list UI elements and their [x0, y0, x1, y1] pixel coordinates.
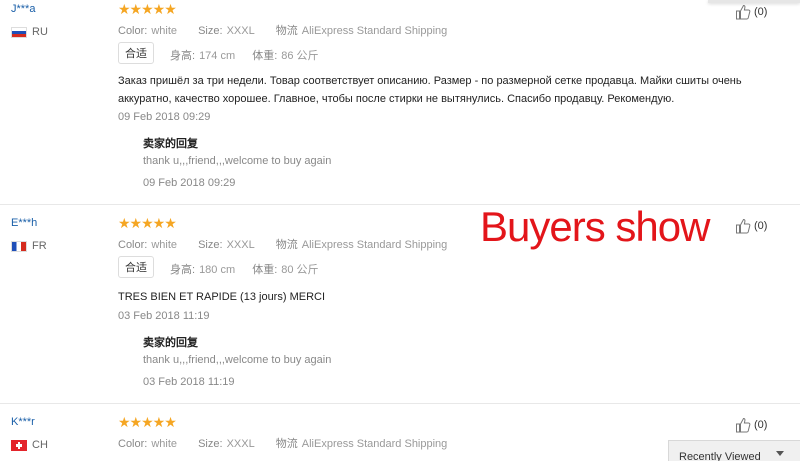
logistics-value: AliExpress Standard Shipping	[301, 438, 448, 450]
country-code: CH	[32, 439, 48, 451]
caret-down-icon	[776, 451, 784, 456]
color-label: Color:	[118, 438, 148, 450]
weight-label: 体重:	[252, 264, 278, 276]
order-info: Color: white Size: XXXL 物流 AliExpress Stand…	[118, 435, 465, 451]
reviewer-name[interactable]: J***a	[11, 3, 35, 15]
reviewer-country: RU	[11, 26, 48, 38]
size-label: Size:	[198, 239, 223, 251]
flag-fr-icon	[11, 240, 27, 252]
logistics-label: 物流	[275, 25, 298, 37]
star-rating: ★★★★★	[118, 1, 177, 17]
reviewer-country: CH	[11, 439, 48, 451]
review-divider	[0, 403, 800, 404]
weight-value: 80 公斤	[281, 264, 319, 276]
top-right-panel-edge	[708, 0, 800, 3]
size-value: XXXL	[226, 438, 255, 450]
helpful-button[interactable]: (0)	[735, 218, 767, 234]
size-value: XXXL	[226, 239, 255, 251]
order-info: Color: white Size: XXXL 物流 AliExpress Stand…	[118, 236, 465, 252]
country-code: RU	[32, 26, 48, 38]
reviewer-name[interactable]: E***h	[11, 217, 37, 229]
logistics-value: AliExpress Standard Shipping	[301, 25, 448, 37]
buyers-show-banner: Buyers show	[480, 203, 710, 250]
review-text: TRES BIEN ET RAPIDE (13 jours) MERCI	[118, 291, 326, 303]
fit-tag: 合适	[118, 256, 154, 278]
color-value: white	[151, 438, 178, 450]
helpful-button[interactable]: (0)	[735, 417, 767, 433]
helpful-count: (0)	[754, 220, 768, 232]
review-date: 09 Feb 2018 09:29	[118, 111, 211, 123]
seller-reply-text: thank u,,,friend,,,welcome to buy again	[143, 354, 332, 366]
seller-reply-text: thank u,,,friend,,,welcome to buy again	[143, 155, 332, 167]
thumbs-up-icon	[736, 417, 751, 433]
helpful-button[interactable]: (0)	[735, 4, 767, 20]
size-label: Size:	[198, 25, 223, 37]
helpful-count: (0)	[754, 419, 768, 431]
size-value: XXXL	[226, 25, 255, 37]
color-label: Color:	[118, 25, 148, 37]
body-measurements: 身高: 174 cm 体重: 86 公斤	[170, 47, 333, 63]
color-value: white	[151, 25, 178, 37]
seller-reply-title: 卖家的回复	[143, 337, 198, 349]
reviewer-name[interactable]: K***r	[11, 416, 35, 428]
fit-tag: 合适	[118, 42, 154, 64]
order-info: Color: white Size: XXXL 物流 AliExpress Stand…	[118, 22, 465, 38]
height-label: 身高:	[170, 50, 196, 62]
review-date: 03 Feb 2018 11:19	[118, 310, 210, 322]
country-code: FR	[32, 240, 47, 252]
thumbs-up-icon	[736, 218, 751, 234]
seller-reply-date: 09 Feb 2018 09:29	[143, 177, 236, 189]
recently-viewed-label: Recently Viewed	[679, 451, 761, 461]
height-label: 身高:	[170, 264, 196, 276]
logistics-value: AliExpress Standard Shipping	[301, 239, 448, 251]
flag-ru-icon	[11, 26, 27, 38]
review-text: Заказ пришёл за три недели. Товар соотве…	[118, 75, 742, 105]
height-value: 174 cm	[199, 50, 236, 62]
logistics-label: 物流	[275, 438, 298, 450]
seller-reply-title: 卖家的回复	[143, 138, 198, 150]
color-label: Color:	[118, 239, 148, 251]
reviewer-country: FR	[11, 240, 47, 252]
weight-label: 体重:	[252, 50, 278, 62]
logistics-label: 物流	[275, 239, 298, 251]
flag-ch-icon	[11, 439, 27, 451]
weight-value: 86 公斤	[281, 50, 319, 62]
height-value: 180 cm	[199, 264, 236, 276]
size-label: Size:	[198, 438, 223, 450]
body-measurements: 身高: 180 cm 体重: 80 公斤	[170, 261, 333, 277]
thumbs-up-icon	[736, 4, 751, 20]
star-rating: ★★★★★	[118, 215, 177, 231]
seller-reply-date: 03 Feb 2018 11:19	[143, 376, 235, 388]
color-value: white	[151, 239, 178, 251]
helpful-count: (0)	[754, 6, 768, 18]
star-rating: ★★★★★	[118, 414, 177, 430]
